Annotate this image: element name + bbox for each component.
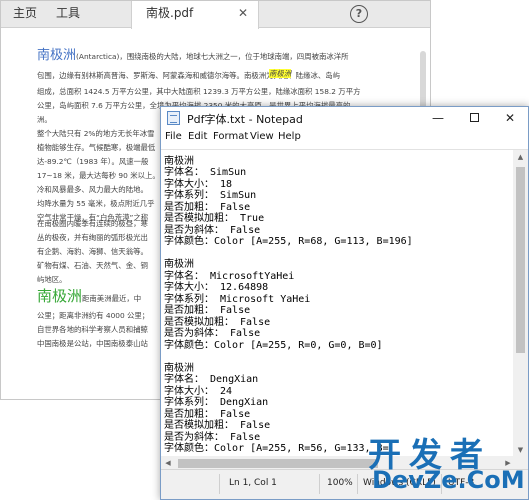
- text-line: 字体颜色：Color [A=255, R=56, G=133, B=: [164, 443, 389, 454]
- pdf-highlighted-text: 南极洲: [269, 69, 292, 78]
- status-separator: [319, 474, 320, 494]
- tab-tools[interactable]: 工具: [44, 1, 92, 28]
- vertical-scroll-thumb[interactable]: [516, 167, 525, 353]
- pdf-line: 达-89.2℃（1983 年）。风速一般: [37, 157, 149, 166]
- minimize-button[interactable]: —: [420, 107, 456, 129]
- tab-close-icon[interactable]: ✕: [238, 1, 248, 26]
- text-line: 字体颜色：Color [A=255, R=0, G=0, B=0]: [164, 340, 383, 351]
- pdf-heading-antarctica: 南极洲: [37, 48, 77, 63]
- pdf-tab-bar: 主页 工具 南极.pdf ✕ ?: [1, 1, 430, 29]
- pdf-highlight: 南极洲: [269, 67, 292, 81]
- pdf-line: 中国南极是公站，中国南极泰山站: [37, 339, 148, 348]
- close-button[interactable]: ✕: [492, 107, 528, 129]
- pdf-heading-antarctica-2: 南极洲: [37, 287, 83, 305]
- watermark-english: DevZe.CoM: [372, 466, 525, 494]
- pdf-line: 组成，总面积 1424.5 万平方公里，其中大陆面积 1239.3 万平方公里，…: [37, 87, 361, 96]
- pdf-line: 南极洲(Antarctica)，围绕南极的大陆，地球七大洲之一，位于地球南端，四…: [37, 49, 349, 64]
- pdf-line: 整个大陆只有 2%的地方无长年冰雪: [37, 129, 155, 138]
- arrow-up-icon[interactable]: ▲: [513, 150, 528, 164]
- horizontal-scroll-thumb[interactable]: [178, 459, 378, 468]
- status-zoom: 100%: [327, 478, 353, 488]
- pdf-line: 植物能够生存。气候酷寒，极端最低: [37, 143, 156, 152]
- menu-edit[interactable]: Edit: [188, 131, 207, 142]
- pdf-line: 有企鹅、海豹、海狮、信天翁等。: [37, 247, 148, 256]
- tab-document[interactable]: 南极.pdf ✕: [131, 1, 259, 29]
- pdf-line: 南极洲距南美洲最近，中: [37, 289, 141, 306]
- status-cursor-position: Ln 1, Col 1: [229, 478, 277, 488]
- menu-help[interactable]: Help: [278, 131, 301, 142]
- pdf-line: 自世界各地的科学考察人员和捕鲸: [37, 325, 148, 334]
- pdf-line: 在南极圈内暖季有连续的极昼，寒: [37, 219, 148, 228]
- pdf-line: 17~18 米，最大达每秒 90 米以上。: [37, 171, 160, 180]
- notepad-menu-bar: File Edit Format View Help: [161, 129, 528, 148]
- pdf-line: 矿物有煤、石油、天然气、金、铜: [37, 261, 148, 270]
- menu-view[interactable]: View: [250, 131, 274, 142]
- pdf-line: 包围，边缘有别林斯高晋海、罗斯海、阿蒙森海和威德尔海等。南极洲为大陆、陆缘冰、岛…: [37, 69, 340, 83]
- menu-file[interactable]: File: [165, 131, 182, 142]
- watermark: 开发者 DevZe.CoM: [368, 428, 529, 500]
- pdf-line: 丛的极夜，并有绚丽的弧形极光出: [37, 233, 148, 242]
- tab-home[interactable]: 主页: [1, 1, 49, 28]
- maximize-icon: [469, 113, 479, 122]
- notepad-title-bar[interactable]: Pdf字体.txt - Notepad — ✕: [161, 107, 528, 129]
- notepad-text-area[interactable]: 南极洲 字体名： SimSun 字体大小： 18 字体系列： SimSun 是否…: [161, 149, 528, 471]
- help-circle-icon[interactable]: ?: [350, 5, 368, 23]
- pdf-text: 距南美洲最近，中: [82, 294, 142, 303]
- vertical-scrollbar[interactable]: ▲ ▼: [513, 150, 528, 457]
- pdf-line: 屿地区。: [37, 275, 67, 284]
- pdf-line: 均降水量为 55 毫米，极点附近几乎: [37, 199, 155, 208]
- notepad-title: Pdf字体.txt - Notepad: [187, 113, 303, 126]
- text-line: 字体颜色：Color [A=255, R=68, G=113, B=196]: [164, 236, 413, 247]
- maximize-button[interactable]: [456, 107, 492, 129]
- pdf-line: 公里；距离非洲约有 4000 公里；: [37, 311, 150, 320]
- menu-format[interactable]: Format: [213, 131, 248, 142]
- pdf-line: 冷和风暴最多、风力最大的陆地。: [37, 185, 148, 194]
- tab-document-label: 南极.pdf: [146, 6, 194, 20]
- pdf-line: 洲。: [37, 115, 52, 124]
- pdf-text: 包围，边缘有别林斯高晋海、罗斯海、阿蒙森海和威德尔海等。南极洲为大陆、陆缘冰、岛…: [37, 71, 341, 80]
- pdf-text: (Antarctica)，围绕南极的大陆，地球七大洲之一，位于地球南端，四周被南…: [76, 52, 349, 61]
- notepad-app-icon: [167, 111, 180, 125]
- status-separator: [357, 474, 358, 494]
- status-separator: [219, 474, 220, 494]
